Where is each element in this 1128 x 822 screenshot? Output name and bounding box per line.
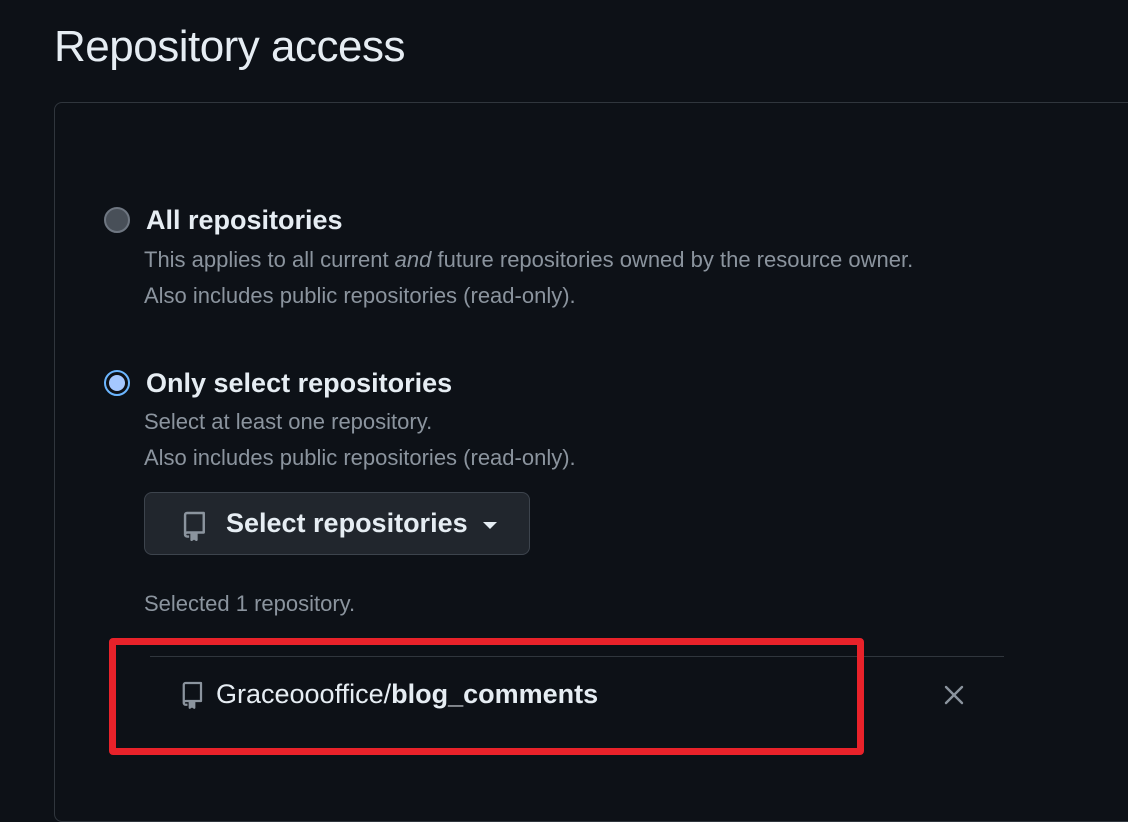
option-select-title: Only select repositories [146, 368, 453, 398]
radio-only-select[interactable] [104, 370, 130, 396]
option-all-description: This applies to all current and future r… [144, 247, 914, 272]
selected-repo-row: Graceoooffice/blog_comments [150, 657, 1004, 733]
repo-owner: Graceoooffice/ [216, 679, 392, 709]
chevron-down-icon [483, 522, 497, 529]
repo-icon [180, 681, 204, 714]
option-select-description-line2: Also includes public repositories (read-… [144, 445, 576, 470]
repo-slug: blog_comments [391, 679, 599, 709]
close-icon[interactable] [942, 683, 966, 707]
option-all-description-line2: Also includes public repositories (read-… [144, 283, 576, 308]
page-title: Repository access [54, 22, 405, 71]
selected-repo-name: Graceoooffice/blog_comments [216, 679, 598, 710]
radio-all-repositories[interactable] [104, 207, 130, 233]
option-all-title: All repositories [146, 205, 343, 235]
select-repositories-button[interactable]: Select repositories [144, 492, 530, 555]
option-select-description: Select at least one repository. [144, 409, 433, 434]
selected-count-text: Selected 1 repository. [144, 591, 356, 616]
select-repositories-label: Select repositories [226, 508, 468, 538]
repo-icon [181, 511, 207, 546]
